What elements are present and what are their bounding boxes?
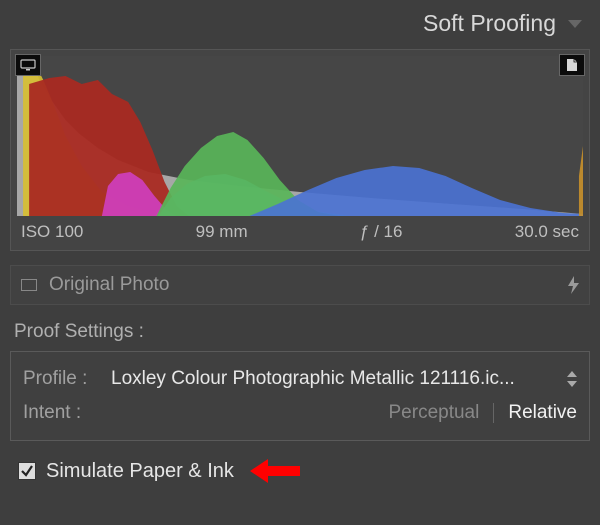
arrow-left-icon xyxy=(250,459,300,483)
intent-label: Intent : xyxy=(23,402,103,424)
original-photo-icon xyxy=(21,279,37,291)
original-photo-label: Original Photo xyxy=(49,274,169,296)
simulate-row: Simulate Paper & Ink xyxy=(18,459,590,483)
chevron-down-icon xyxy=(568,20,582,28)
highlight-clipping-toggle[interactable] xyxy=(559,54,585,76)
checkmark-icon xyxy=(20,464,34,478)
profile-dropdown[interactable]: Loxley Colour Photographic Metallic 1211… xyxy=(111,368,561,390)
bolt-icon[interactable] xyxy=(568,276,579,294)
profile-label: Profile : xyxy=(23,368,103,390)
panel-header[interactable]: Soft Proofing xyxy=(0,0,600,49)
simulate-checkbox[interactable] xyxy=(18,462,36,480)
simulate-label[interactable]: Simulate Paper & Ink xyxy=(46,460,234,483)
panel-title: Soft Proofing xyxy=(423,10,556,37)
shadow-clipping-toggle[interactable] xyxy=(15,54,41,76)
intent-options: Perceptual Relative xyxy=(389,402,578,424)
histogram[interactable] xyxy=(17,56,583,216)
profile-row: Profile : Loxley Colour Photographic Met… xyxy=(23,362,577,396)
histogram-box: ISO 100 99 mm ƒ / 16 30.0 sec xyxy=(10,49,590,251)
annotation-arrow xyxy=(250,459,300,483)
intent-perceptual[interactable]: Perceptual xyxy=(389,402,480,424)
separator xyxy=(493,403,494,423)
aperture-value: ƒ / 16 xyxy=(360,222,403,242)
proof-settings-heading: Proof Settings : xyxy=(14,321,590,343)
intent-row: Intent : Perceptual Relative xyxy=(23,396,577,430)
shutter-value: 30.0 sec xyxy=(515,222,579,242)
iso-value: ISO 100 xyxy=(21,222,83,242)
monitor-icon xyxy=(20,59,36,71)
updown-icon[interactable] xyxy=(567,371,577,387)
original-photo-row[interactable]: Original Photo xyxy=(10,265,590,305)
soft-proofing-panel: Soft Proofing xyxy=(0,0,600,525)
focal-length-value: 99 mm xyxy=(196,222,248,242)
exposure-metadata: ISO 100 99 mm ƒ / 16 30.0 sec xyxy=(17,216,583,242)
proof-settings-box: Profile : Loxley Colour Photographic Met… xyxy=(10,351,590,441)
page-icon xyxy=(566,58,578,72)
intent-relative[interactable]: Relative xyxy=(508,402,577,424)
